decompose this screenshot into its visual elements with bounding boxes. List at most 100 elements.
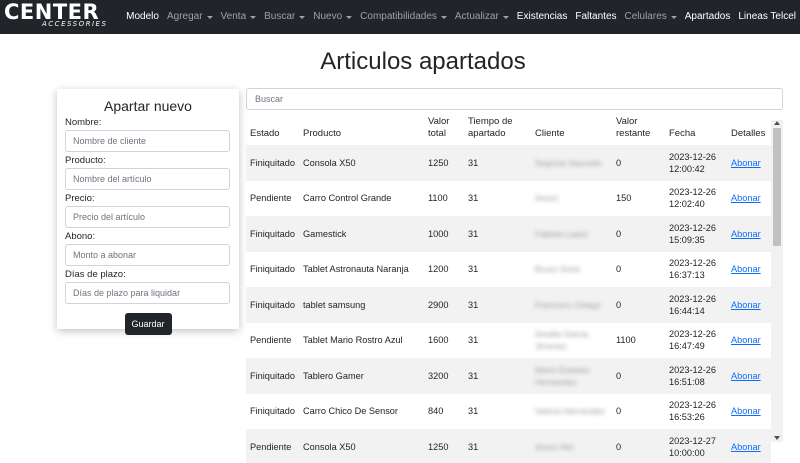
header-valor-total[interactable]: Valor total: [424, 113, 464, 145]
table-cell: Arturo Rei: [531, 429, 612, 463]
nav-item-venta[interactable]: Venta: [217, 0, 261, 34]
header-fecha[interactable]: Fecha: [665, 113, 727, 145]
cell-estado: Pendiente: [250, 441, 292, 452]
abonar-link[interactable]: Abonar: [731, 300, 761, 310]
table-cell: Gamestick: [299, 216, 424, 252]
cell-producto: Consola X50: [303, 157, 356, 168]
nombre-input[interactable]: Nombre de cliente: [65, 130, 230, 152]
cell-fecha: 2023-12-26 16:51:08: [669, 364, 716, 387]
scroll-up-icon[interactable]: [774, 121, 780, 125]
nav-item-apartados[interactable]: Apartados: [681, 0, 735, 34]
table-cell: 31: [464, 287, 531, 323]
header-cliente[interactable]: Cliente: [531, 113, 612, 145]
table-row: Finiquitado Carro Chico De Sensor 840 31 Val…: [246, 393, 771, 429]
table-cell: 3200: [424, 358, 464, 394]
cell-fecha: 2023-12-27 10:00:00: [669, 435, 716, 458]
cell-estado: Finiquitado: [250, 228, 295, 239]
brand-subtitle: ACCESSORIES: [42, 20, 108, 28]
cell-fecha: 2023-12-26 16:44:14: [669, 293, 716, 316]
producto-label: Producto:: [65, 155, 106, 166]
header-estado[interactable]: Estado: [246, 113, 299, 145]
nav-item-agregar[interactable]: Agregar: [163, 0, 217, 34]
table-scrollbar[interactable]: [771, 120, 783, 442]
table-cell: 31: [464, 180, 531, 216]
producto-input[interactable]: Nombre del artículo: [65, 168, 230, 190]
nav-item-compatibilidades[interactable]: Compatibilidades: [356, 0, 451, 34]
table-cell: 1000: [424, 216, 464, 252]
caret-down-icon: [502, 15, 509, 19]
table-row: Pendiente Carro Control Grande 1100 31 Artur…: [246, 180, 771, 216]
table-cell: 31: [464, 393, 531, 429]
nav-item-actualizar[interactable]: Actualizar: [451, 0, 513, 34]
dias-plazo-input[interactable]: Días de plazo para liquidar: [65, 282, 230, 304]
table-cell: 2023-12-26 16:51:08: [665, 358, 727, 394]
abonar-link[interactable]: Abonar: [731, 158, 761, 168]
table-row: Finiquitado Consola X50 1250 31 Segovia Sauc…: [246, 145, 771, 181]
nav-item-faltantes[interactable]: Faltantes: [571, 0, 620, 34]
cell-valor-restante: 0: [616, 228, 622, 239]
table-cell: 2023-12-26 12:02:40: [665, 180, 727, 216]
cell-producto: Carro Control Grande: [303, 193, 392, 204]
cell-estado: Finiquitado: [250, 157, 295, 168]
nav-item-buscar[interactable]: Buscar: [260, 0, 309, 34]
cell-producto: Tablero Gamer: [303, 370, 364, 381]
table-row: Finiquitado Gamestick 1000 31 Fabiola Lopez 0…: [246, 216, 771, 252]
cell-valor-total: 2900: [428, 299, 449, 310]
abonar-link[interactable]: Abonar: [731, 264, 761, 274]
cell-cliente: Segovia Saucedo: [535, 157, 602, 168]
cell-tiempo: 31: [468, 370, 479, 381]
cell-tiempo: 31: [468, 193, 479, 204]
abonar-link[interactable]: Abonar: [731, 442, 761, 452]
header-producto[interactable]: Producto: [299, 113, 424, 145]
abonar-link[interactable]: Abonar: [731, 406, 761, 416]
scroll-down-icon[interactable]: [774, 436, 780, 440]
cell-producto: Tablet Astronauta Naranja: [303, 264, 409, 275]
cell-fecha: 2023-12-26 16:53:26: [669, 400, 716, 423]
table-cell: Pendiente: [246, 322, 299, 358]
nav-item-celulares[interactable]: Celulares: [621, 0, 681, 34]
guardar-button[interactable]: Guardar: [124, 313, 172, 335]
cell-cliente: Fabiola Lopez: [535, 228, 589, 239]
table-cell: 0: [612, 145, 665, 181]
table-cell: Finiquitado: [246, 393, 299, 429]
scrollbar-thumb[interactable]: [773, 128, 781, 246]
abonar-link[interactable]: Abonar: [731, 371, 761, 381]
abonar-link[interactable]: Abonar: [731, 229, 761, 239]
header-tiempo-apartado[interactable]: Tiempo de apartado: [464, 113, 531, 145]
cell-valor-total: 1600: [428, 335, 449, 346]
table-cell: Bruno Soria: [531, 251, 612, 287]
table-cell: Tablet Mario Rostro Azul: [299, 322, 424, 358]
nav-item-modelo[interactable]: Modelo: [122, 0, 163, 34]
page-title: Articulos apartados: [320, 48, 526, 75]
search-input[interactable]: Buscar: [246, 88, 783, 110]
brand-logo[interactable]: CENTER ACCESSORIES: [2, 0, 116, 34]
caret-down-icon: [440, 15, 447, 19]
cell-estado: Finiquitado: [250, 370, 295, 381]
table-cell: 0: [612, 216, 665, 252]
table-row: Finiquitado Tablet Astronauta Naranja 1200…: [246, 251, 771, 287]
abono-input[interactable]: Monto a abonar: [65, 244, 230, 266]
table-cell: Pendiente: [246, 180, 299, 216]
abonar-link[interactable]: Abonar: [731, 193, 761, 203]
nav-item-nuevo[interactable]: Nuevo: [309, 0, 356, 34]
header-valor-restante[interactable]: Valor restante: [612, 113, 665, 145]
precio-input[interactable]: Precio del artículo: [65, 206, 230, 228]
nav-item-label: Lineas Telcel: [738, 11, 796, 22]
nav-item-existencias[interactable]: Existencias: [513, 0, 572, 34]
table-cell: 150: [612, 180, 665, 216]
nav-item-lineas-telcel[interactable]: Lineas Telcel: [734, 0, 800, 34]
nav-item-label: Actualizar: [454, 11, 499, 22]
cell-valor-restante: 0: [616, 299, 622, 310]
table-cell: 2023-12-26 16:47:49: [665, 322, 727, 358]
table-cell: Abonar: [727, 145, 771, 181]
caret-down-icon: [670, 15, 677, 19]
nav-item-label: Apartados: [684, 11, 731, 22]
nombre-label: Nombre:: [65, 117, 102, 128]
table-cell: 2023-12-26 15:09:35: [665, 216, 727, 252]
cell-valor-restante: 0: [616, 264, 622, 275]
cell-cliente: Arturo: [535, 193, 559, 204]
table-cell: Valeria Hernandez: [531, 393, 612, 429]
header-detalles[interactable]: Detalles: [727, 113, 771, 145]
abonar-link[interactable]: Abonar: [731, 335, 761, 345]
table-cell: Finiquitado: [246, 251, 299, 287]
